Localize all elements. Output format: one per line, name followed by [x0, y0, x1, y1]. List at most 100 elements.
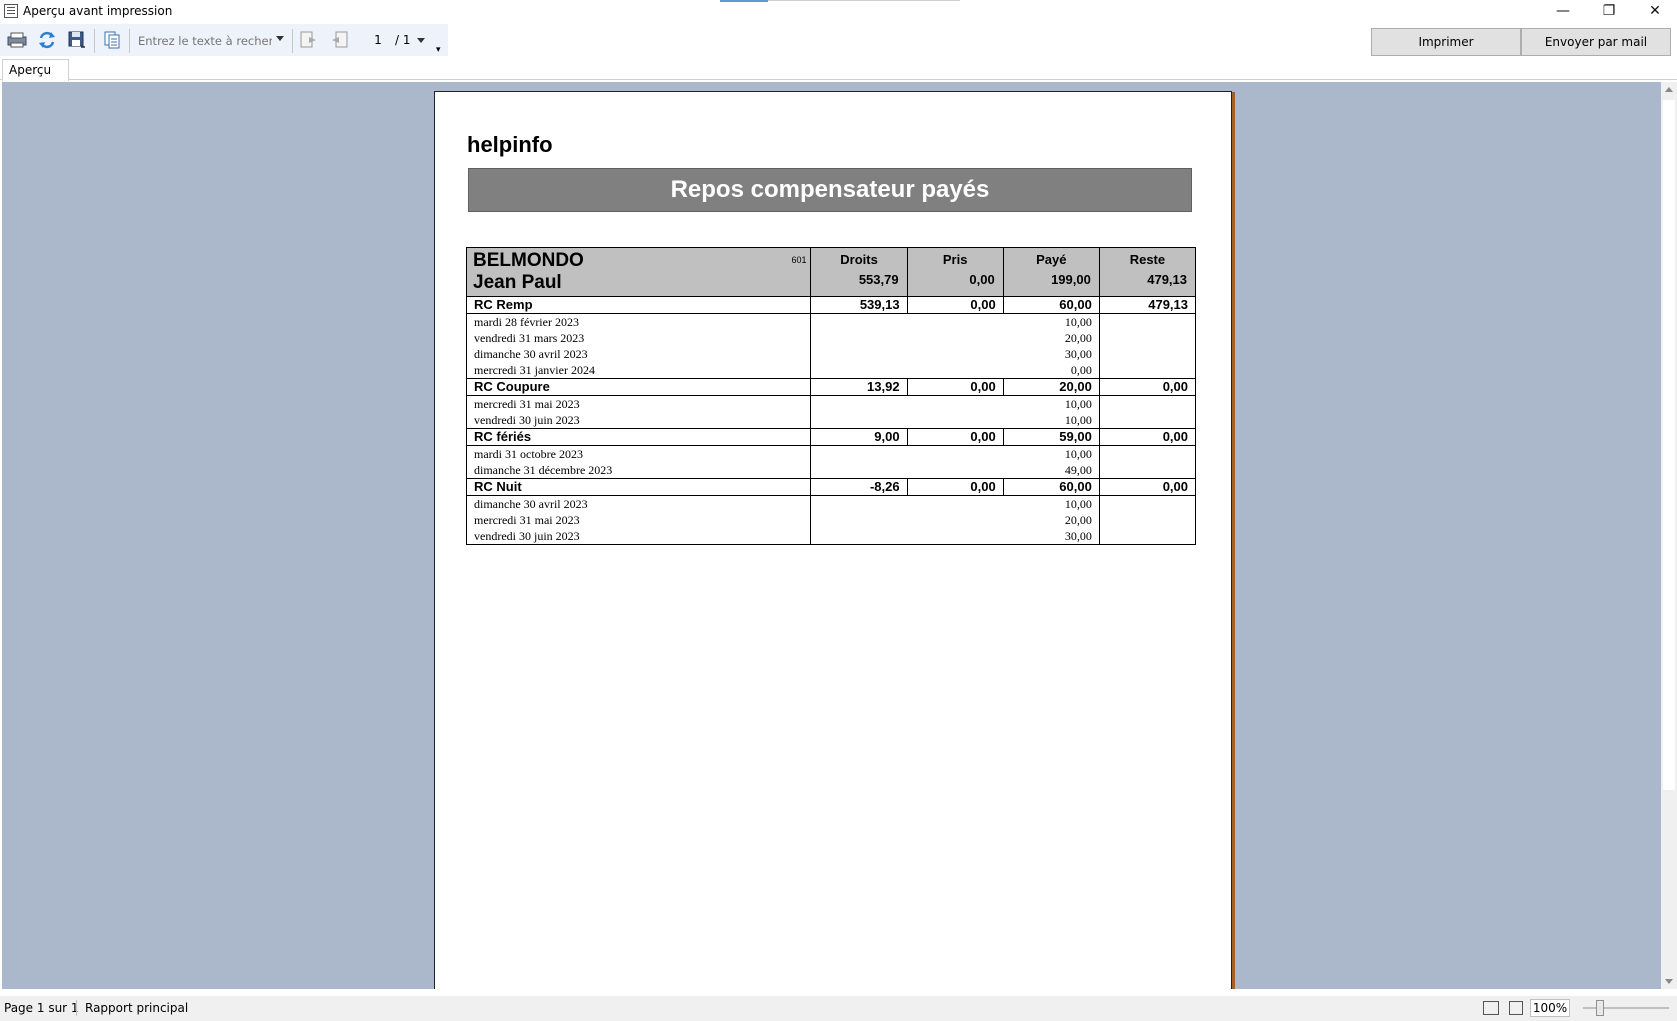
detail-paye: 30,00 — [1003, 346, 1100, 362]
detail-paye: 10,00 — [1003, 313, 1100, 330]
detail-paye: 30,00 — [1003, 528, 1100, 545]
detail-paye: 10,00 — [1003, 445, 1100, 462]
detail-date: mardi 31 octobre 2023 — [465, 445, 812, 462]
detail-paye: 49,00 — [1003, 462, 1100, 479]
detail-row: dimanche 30 avril 2023 10,00 — [465, 495, 1197, 512]
section-name: RC Nuit — [465, 478, 812, 496]
page-dropdown-icon[interactable] — [417, 38, 425, 43]
reste-header: Reste 479,13 — [1098, 247, 1197, 297]
detail-row: mercredi 31 mai 2023 20,00 — [465, 512, 1197, 528]
search-dropdown-icon[interactable] — [276, 36, 284, 41]
section-reste: 0,00 — [1098, 378, 1197, 396]
taskbar-line — [768, 0, 960, 1]
detail-paye: 20,00 — [1003, 512, 1100, 528]
toolbar-separator — [94, 29, 95, 53]
company-name: helpinfo — [467, 132, 553, 157]
reste-total: 479,13 — [1147, 272, 1187, 287]
page-total: / 1 — [395, 33, 411, 47]
detail-date: dimanche 31 décembre 2023 — [465, 462, 812, 479]
detail-date: vendredi 30 juin 2023 — [465, 412, 812, 429]
restore-button[interactable]: ❐ — [1586, 0, 1632, 22]
employee-code: 601 — [791, 255, 807, 265]
page-setup-icon[interactable] — [101, 30, 123, 50]
section-pris: 0,00 — [906, 296, 1004, 314]
report-title: Repos compensateur payés — [468, 168, 1192, 212]
pris-header: Pris 0,00 — [906, 247, 1004, 297]
section-droits: -8,26 — [810, 478, 908, 496]
detail-date: vendredi 30 juin 2023 — [465, 528, 812, 545]
fit-width-icon[interactable] — [1483, 1001, 1499, 1015]
detail-row: mardi 28 février 2023 10,00 — [465, 313, 1197, 330]
find-next-icon[interactable] — [298, 30, 320, 50]
section-paye: 60,00 — [1002, 478, 1100, 496]
detail-row: mercredi 31 janvier 2024 0,00 — [465, 362, 1197, 379]
droits-header: Droits 553,79 — [810, 247, 908, 297]
app-icon — [4, 4, 18, 18]
section-paye: 20,00 — [1002, 378, 1100, 396]
detail-row: vendredi 30 juin 2023 10,00 — [465, 412, 1197, 429]
title-bar: Aperçu avant impression — ❐ ✕ — [0, 0, 1677, 24]
detail-row: mercredi 31 mai 2023 10,00 — [465, 395, 1197, 412]
section-reste: 0,00 — [1098, 478, 1197, 496]
employee-first-name: Jean Paul — [473, 272, 562, 293]
rc-table: BELMONDO Jean Paul 601 Droits 553,79 Pri… — [465, 247, 1197, 545]
toolbar-overflow-icon[interactable]: ▾ — [436, 44, 441, 55]
fit-page-icon[interactable] — [1509, 1001, 1523, 1015]
reste-label: Reste — [1129, 252, 1166, 267]
tab-strip: Aperçu — [0, 58, 1677, 81]
paye-total: 199,00 — [1051, 272, 1091, 287]
vertical-scrollbar[interactable] — [1661, 82, 1677, 989]
print-button[interactable]: Imprimer — [1371, 28, 1521, 56]
status-separator — [76, 1000, 77, 1016]
section-reste: 0,00 — [1098, 428, 1197, 446]
report-name: Rapport principal — [85, 1001, 189, 1015]
detail-row: vendredi 31 mars 2023 20,00 — [465, 330, 1197, 346]
section-row: RC Nuit -8,26 0,00 60,00 0,00 — [465, 478, 1197, 496]
status-bar: Page 1 sur 1 Rapport principal 100% — [0, 996, 1677, 1021]
page-number-input[interactable]: 1 — [366, 33, 390, 49]
find-previous-icon[interactable] — [328, 30, 350, 50]
section-name: RC fériés — [465, 428, 812, 446]
save-icon[interactable] — [66, 30, 88, 50]
toolbar-separator — [292, 29, 293, 53]
detail-row: mardi 31 octobre 2023 10,00 — [465, 445, 1197, 462]
toolbar-separator — [129, 29, 130, 53]
scroll-up-icon[interactable] — [1665, 87, 1673, 92]
minimize-button[interactable]: — — [1540, 0, 1586, 22]
pris-label: Pris — [942, 252, 968, 267]
detail-date: dimanche 30 avril 2023 — [465, 495, 812, 512]
page-info: Page 1 sur 1 — [4, 1001, 79, 1015]
scroll-down-icon[interactable] — [1665, 979, 1673, 984]
toolbar: 1 / 1 ▾ — [0, 24, 448, 56]
close-button[interactable]: ✕ — [1632, 0, 1677, 22]
section-paye: 59,00 — [1002, 428, 1100, 446]
section-pris: 0,00 — [906, 378, 1004, 396]
refresh-icon[interactable] — [36, 30, 58, 50]
section-row: RC Coupure 13,92 0,00 20,00 0,00 — [465, 378, 1197, 396]
preview-area: helpinfo Repos compensateur payés BELMON… — [2, 82, 1661, 989]
zoom-level[interactable]: 100% — [1530, 999, 1570, 1017]
detail-paye: 0,00 — [1003, 362, 1100, 379]
detail-row: dimanche 31 décembre 2023 49,00 — [465, 462, 1197, 479]
print-icon[interactable] — [6, 30, 28, 50]
tab-apercu[interactable]: Aperçu — [2, 59, 69, 81]
search-input[interactable] — [132, 32, 272, 50]
window-title: Aperçu avant impression — [23, 4, 173, 18]
detail-paye: 10,00 — [1003, 395, 1100, 412]
send-mail-button[interactable]: Envoyer par mail — [1521, 28, 1671, 56]
employee-last-name: BELMONDO — [473, 250, 584, 271]
pris-total: 0,00 — [969, 272, 995, 287]
report-page: helpinfo Repos compensateur payés BELMON… — [434, 91, 1232, 989]
scroll-thumb[interactable] — [1663, 100, 1675, 790]
detail-date: mercredi 31 mai 2023 — [465, 395, 812, 412]
section-reste: 479,13 — [1098, 296, 1197, 314]
detail-paye: 10,00 — [1003, 412, 1100, 429]
zoom-slider-thumb[interactable] — [1596, 1000, 1604, 1016]
detail-date: mercredi 31 janvier 2024 — [465, 362, 812, 379]
detail-row: vendredi 30 juin 2023 30,00 — [465, 528, 1197, 545]
detail-date: mercredi 31 mai 2023 — [465, 512, 812, 528]
section-row: RC Remp 539,13 0,00 60,00 479,13 — [465, 296, 1197, 314]
section-pris: 0,00 — [906, 428, 1004, 446]
paye-label: Payé — [1036, 252, 1067, 267]
paye-header: Payé 199,00 — [1002, 247, 1100, 297]
